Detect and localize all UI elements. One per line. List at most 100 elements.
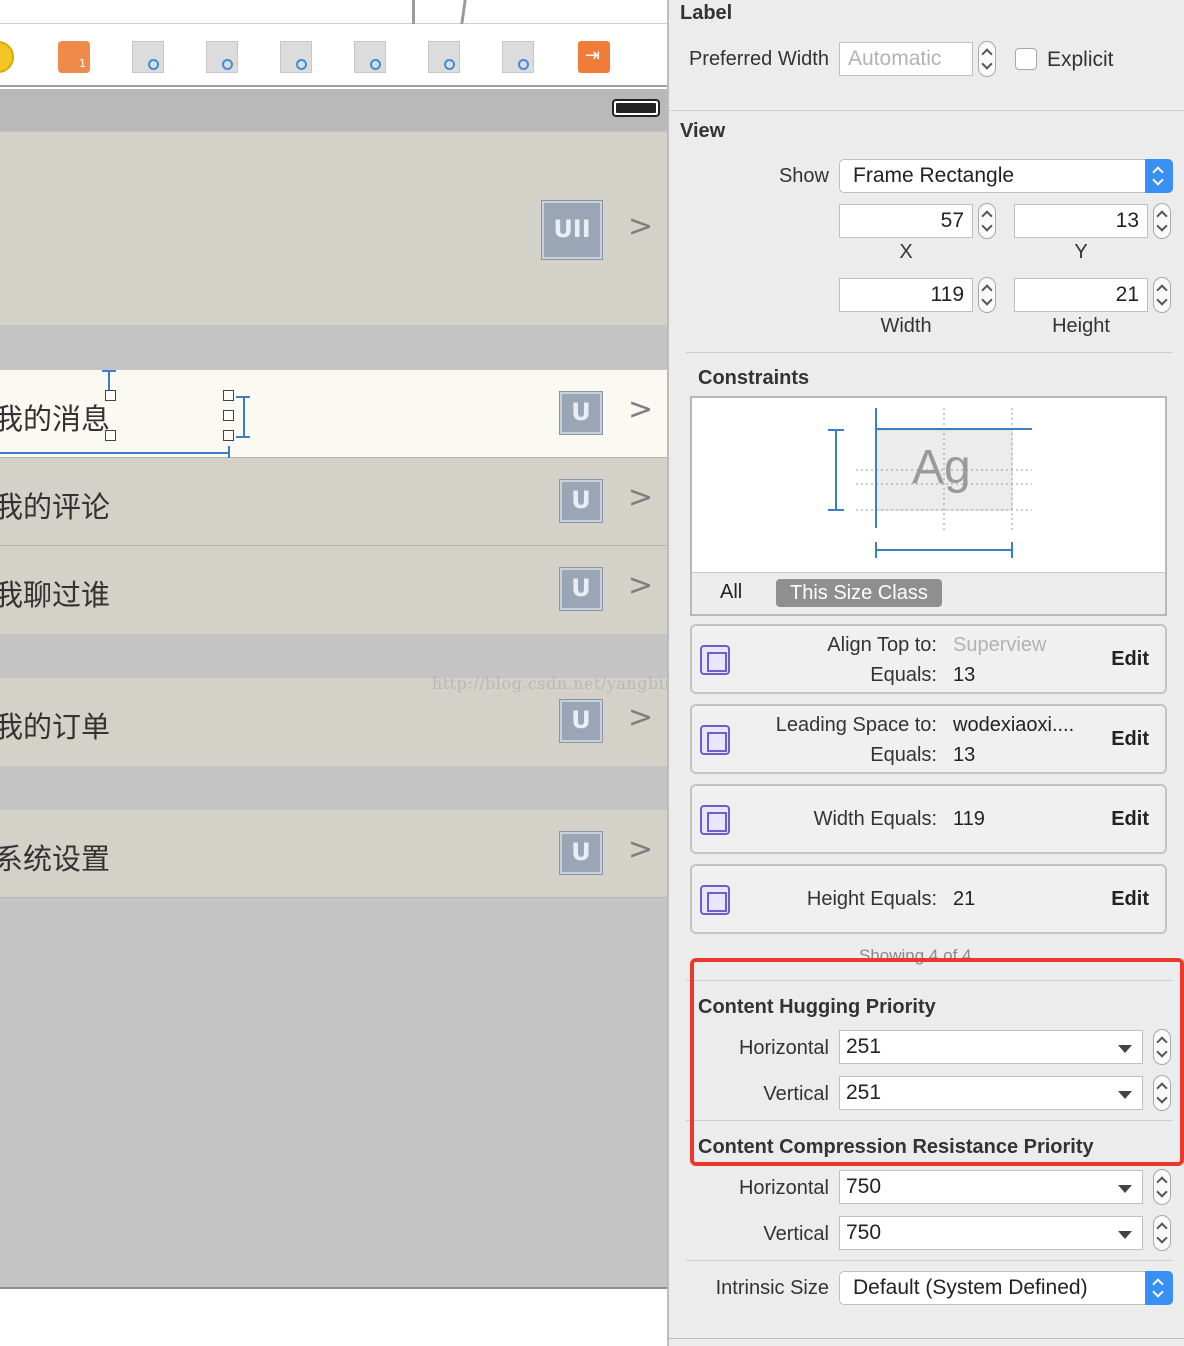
image-placeholder-icon[interactable]: U bbox=[559, 831, 603, 875]
constraint-row-leading-space[interactable]: Leading Space to: wodexiaoxi.... Equals:… bbox=[690, 704, 1167, 774]
segue-line bbox=[412, 0, 415, 24]
hugging-vertical-stepper[interactable] bbox=[1153, 1075, 1171, 1111]
hugging-horizontal-stepper[interactable] bbox=[1153, 1029, 1171, 1065]
constraint-equals-label: Equals: bbox=[870, 664, 937, 686]
image-placeholder-icon[interactable]: U bbox=[559, 479, 603, 523]
compression-vertical-stepper[interactable] bbox=[1153, 1215, 1171, 1251]
explicit-label: Explicit bbox=[1047, 48, 1114, 71]
compression-horizontal-stepper[interactable] bbox=[1153, 1169, 1171, 1205]
segue-line bbox=[460, 0, 467, 24]
image-placeholder-icon[interactable]: U bbox=[559, 567, 603, 611]
compression-horizontal-value: 750 bbox=[846, 1175, 882, 1198]
edit-button[interactable]: Edit bbox=[1111, 808, 1149, 831]
height-constraint-icon bbox=[700, 885, 730, 915]
image-placeholder-icon[interactable]: U bbox=[559, 391, 603, 435]
dropdown-arrow-icon[interactable] bbox=[1118, 1045, 1132, 1053]
compression-horizontal-combo[interactable]: 750 bbox=[839, 1170, 1143, 1204]
intrinsic-size-value: Default (System Defined) bbox=[853, 1276, 1088, 1299]
constraint-label: Height Equals: bbox=[806, 888, 937, 910]
object-icon[interactable] bbox=[206, 41, 238, 73]
divider bbox=[669, 110, 1184, 111]
height-stepper[interactable] bbox=[1153, 277, 1171, 313]
scene-dock: 1 ⇥ bbox=[0, 25, 667, 87]
compression-vertical-combo[interactable]: 750 bbox=[839, 1216, 1143, 1250]
storyboard-canvas[interactable]: 1 ⇥ UII > 我的消息 U > 我的评论 U > 我聊过谁 U > 我的订… bbox=[0, 0, 667, 1346]
dropdown-arrow-icon[interactable] bbox=[1118, 1185, 1132, 1193]
x-caption: X bbox=[899, 241, 913, 263]
explicit-checkbox[interactable] bbox=[1015, 48, 1037, 70]
align-top-constraint-icon bbox=[700, 645, 730, 675]
edit-button[interactable]: Edit bbox=[1111, 888, 1149, 911]
tab-all[interactable]: All bbox=[720, 581, 742, 604]
section-title-constraints: Constraints bbox=[698, 367, 810, 389]
tab-this-size-class[interactable]: This Size Class bbox=[776, 579, 942, 607]
y-field[interactable]: 13 bbox=[1014, 204, 1148, 238]
exit-icon[interactable]: ⇥ bbox=[578, 41, 610, 73]
table-cell-chats[interactable]: 我聊过谁 U > bbox=[0, 546, 667, 634]
object-icon[interactable] bbox=[354, 41, 386, 73]
image-placeholder-icon[interactable]: U bbox=[559, 699, 603, 743]
constraint-guide-top-cap bbox=[102, 370, 116, 372]
divider bbox=[686, 980, 1172, 981]
object-icon[interactable] bbox=[280, 41, 312, 73]
edit-button[interactable]: Edit bbox=[1111, 728, 1149, 751]
chevron-right-icon: > bbox=[628, 700, 654, 735]
resize-handle[interactable] bbox=[105, 390, 116, 401]
object-icon[interactable] bbox=[428, 41, 460, 73]
constraint-row-width[interactable]: Width Equals: 119 Edit bbox=[690, 784, 1167, 854]
hugging-vertical-combo[interactable]: 251 bbox=[839, 1076, 1143, 1110]
table-cell-settings[interactable]: 系统设置 U > bbox=[0, 810, 667, 898]
first-responder-cube-icon[interactable]: 1 bbox=[58, 41, 90, 73]
preferred-width-stepper[interactable] bbox=[978, 41, 996, 77]
popup-arrows-icon bbox=[1145, 159, 1173, 193]
object-icon[interactable] bbox=[502, 41, 534, 73]
constraint-label: Align Top to: bbox=[827, 634, 937, 656]
constraint-row-align-top[interactable]: Align Top to: Superview Equals: 13 Edit bbox=[690, 624, 1167, 694]
height-caption: Height bbox=[1052, 315, 1110, 337]
cell-label-chats: 我聊过谁 bbox=[0, 578, 111, 612]
view-controller-icon[interactable] bbox=[0, 41, 14, 73]
x-stepper[interactable] bbox=[978, 203, 996, 239]
width-constraint-icon bbox=[700, 805, 730, 835]
constraint-constant: 13 bbox=[953, 744, 976, 766]
cell-label-messages[interactable]: 我的消息 bbox=[0, 396, 110, 438]
resize-handle[interactable] bbox=[223, 390, 234, 401]
intrinsic-size-popup[interactable]: Default (System Defined) bbox=[839, 1271, 1173, 1305]
divider bbox=[686, 1260, 1172, 1261]
show-label: Show bbox=[778, 165, 829, 187]
section-title-content-hugging: Content Hugging Priority bbox=[698, 996, 936, 1018]
show-popup[interactable]: Frame Rectangle bbox=[839, 159, 1173, 193]
preferred-width-label: Preferred Width bbox=[688, 48, 829, 70]
cell-label-comments: 我的评论 bbox=[0, 490, 111, 524]
hugging-vertical-label: Vertical bbox=[763, 1083, 829, 1105]
constraint-guide-top bbox=[108, 370, 110, 392]
image-placeholder-icon[interactable]: UII bbox=[541, 200, 603, 260]
table-cell-messages[interactable]: 我的消息 U > bbox=[0, 370, 667, 458]
resize-handle[interactable] bbox=[105, 430, 116, 441]
table-cell-comments[interactable]: 我的评论 U > bbox=[0, 458, 667, 546]
constraint-guide-height-cap bbox=[236, 436, 250, 438]
y-stepper[interactable] bbox=[1153, 203, 1171, 239]
object-icon[interactable] bbox=[132, 41, 164, 73]
width-stepper[interactable] bbox=[978, 277, 996, 313]
battery-icon bbox=[612, 99, 660, 117]
resize-handle[interactable] bbox=[223, 410, 234, 421]
hugging-vertical-value: 251 bbox=[846, 1081, 882, 1104]
cell-label-settings: 系统设置 bbox=[0, 842, 111, 876]
constraint-row-height[interactable]: Height Equals: 21 Edit bbox=[690, 864, 1167, 934]
dropdown-arrow-icon[interactable] bbox=[1118, 1231, 1132, 1239]
x-field[interactable]: 57 bbox=[839, 204, 973, 238]
constraint-label: Width Equals: bbox=[813, 808, 937, 830]
width-field[interactable]: 119 bbox=[839, 278, 973, 312]
dropdown-arrow-icon[interactable] bbox=[1118, 1091, 1132, 1099]
leading-space-constraint-icon bbox=[700, 725, 730, 755]
height-field[interactable]: 21 bbox=[1014, 278, 1148, 312]
table-cell-header[interactable]: UII > bbox=[0, 132, 667, 325]
chevron-right-icon: > bbox=[628, 568, 654, 603]
show-popup-value: Frame Rectangle bbox=[853, 164, 1015, 187]
resize-handle[interactable] bbox=[223, 430, 234, 441]
section-title-compression-resistance: Content Compression Resistance Priority bbox=[698, 1136, 1094, 1158]
hugging-horizontal-combo[interactable]: 251 bbox=[839, 1030, 1143, 1064]
preferred-width-field[interactable]: Automatic bbox=[839, 42, 973, 76]
edit-button[interactable]: Edit bbox=[1111, 648, 1149, 671]
